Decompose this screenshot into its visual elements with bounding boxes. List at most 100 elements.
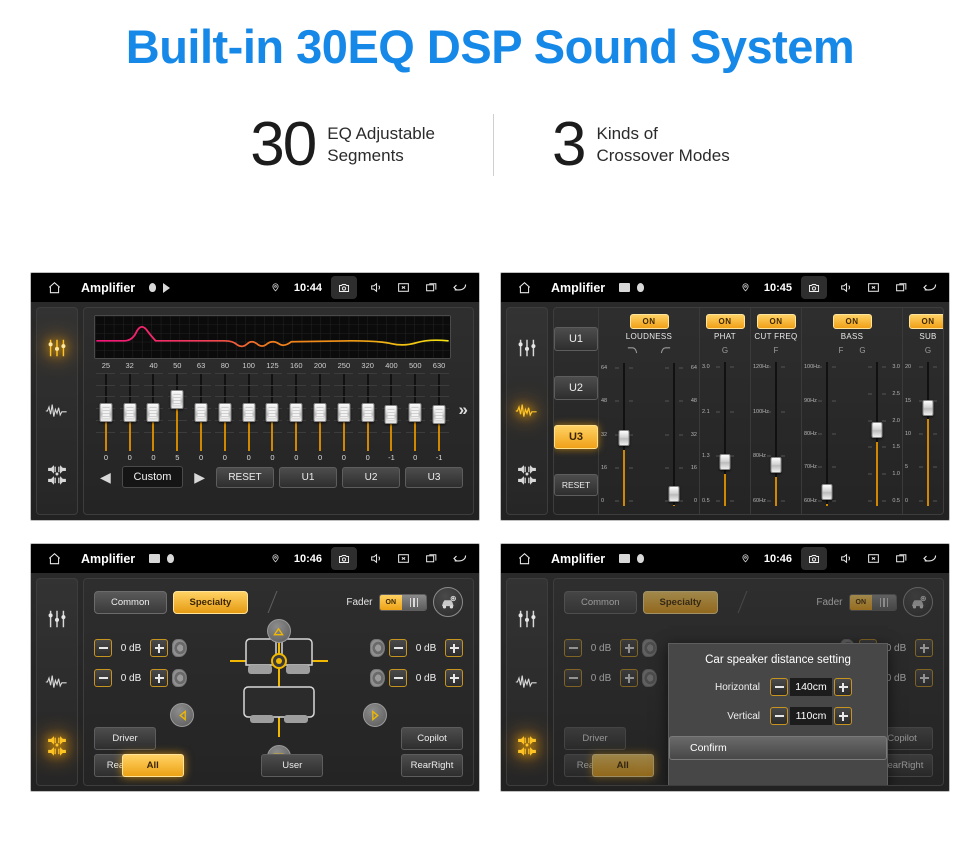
crossover-fader[interactable]: 3.0 2.5 2.0 1.5 1.0 0.5 [854,358,900,510]
equalizer-icon[interactable] [42,333,72,363]
balance-up-button[interactable] [266,619,291,643]
eq-slider-knob[interactable] [242,402,256,422]
equalizer-icon[interactable] [512,333,542,363]
fader-knob[interactable] [618,429,630,446]
home-icon[interactable] [511,552,537,566]
home-icon[interactable] [41,552,67,566]
balance-icon[interactable] [42,459,72,489]
preset-u3-button[interactable]: U3 [554,424,598,449]
tab-specialty[interactable]: Specialty [642,590,719,614]
fader-knob[interactable] [922,399,934,416]
preset-next-button[interactable]: ▶ [188,469,211,486]
power-toggle[interactable]: ON [705,314,745,329]
balance-icon[interactable] [42,730,72,760]
crossover-fader[interactable]: 3.0 2.1 1.3 0.5 [702,358,748,510]
back-icon[interactable] [920,549,939,568]
eq-slider-knob[interactable] [432,404,446,424]
preset-u1-button[interactable]: U1 [554,326,598,351]
plus-button[interactable] [620,639,638,657]
volume-icon[interactable] [836,278,855,297]
tab-common[interactable]: Common [564,590,637,614]
eq-slider[interactable] [213,371,237,453]
balance-icon[interactable] [512,459,542,489]
waveform-icon[interactable] [512,396,542,426]
minus-button[interactable] [94,669,112,687]
seat-user-button[interactable]: User [261,754,324,777]
preset-prev-button[interactable]: ◀ [94,469,117,486]
balance-left-button[interactable] [170,703,194,727]
preset-name[interactable]: Custom [121,466,184,488]
balance-icon[interactable] [512,730,542,760]
car-settings-icon[interactable] [903,587,933,617]
eq-slider[interactable] [380,371,404,453]
equalizer-icon[interactable] [512,604,542,634]
power-toggle[interactable]: ON [756,314,796,329]
minus-button[interactable] [389,639,407,657]
eq-slider[interactable] [189,371,213,453]
seat-all-button[interactable]: All [121,754,184,777]
eq-slider-knob[interactable] [289,402,303,422]
waveform-icon[interactable] [42,396,72,426]
recents-icon[interactable] [892,549,911,568]
eq-slider[interactable] [237,371,261,453]
minus-button[interactable] [94,639,112,657]
recents-icon[interactable] [892,278,911,297]
plus-button[interactable] [150,639,168,657]
waveform-icon[interactable] [512,667,542,697]
eq-slider[interactable] [403,371,427,453]
plus-button[interactable] [834,707,852,725]
eq-slider-knob[interactable] [337,402,351,422]
car-settings-icon[interactable] [433,587,463,617]
camera-icon[interactable] [801,276,827,299]
plus-button[interactable] [915,669,933,687]
power-toggle[interactable]: ON [832,314,872,329]
crossover-fader[interactable]: 100Hz 90Hz 80Hz 70Hz 60Hz [804,358,850,510]
fader-toggle[interactable]: ON [848,593,897,611]
eq-slider[interactable] [94,371,118,453]
close-icon[interactable] [864,549,883,568]
eq-slider-knob[interactable] [313,402,327,422]
back-icon[interactable] [920,278,939,297]
eq-slider-knob[interactable] [194,402,208,422]
seat-driver-button[interactable]: Driver [94,727,156,750]
crossover-fader[interactable]: 64 48 32 16 0 [651,359,697,510]
crossover-fader[interactable]: 64 48 32 16 0 [601,359,647,510]
eq-slider-knob[interactable] [170,390,184,410]
plus-button[interactable] [150,669,168,687]
eq-slider[interactable] [165,371,189,453]
fader-knob[interactable] [668,485,680,502]
back-icon[interactable] [450,278,469,297]
eq-slider[interactable] [308,371,332,453]
eq-slider[interactable] [427,371,451,453]
eq-slider-knob[interactable] [99,402,113,422]
seat-driver-button[interactable]: Driver [564,727,626,750]
seat-rearright-button[interactable]: RearRight [400,754,463,777]
eq-slider-knob[interactable] [361,402,375,422]
eq-slider[interactable] [261,371,285,453]
eq-slider[interactable] [118,371,142,453]
plus-button[interactable] [445,639,463,657]
confirm-button[interactable]: Confirm [669,736,887,760]
crossover-fader[interactable]: 120Hz 100Hz 80Hz 60Hz [753,358,799,510]
tab-common[interactable]: Common [94,590,167,614]
camera-icon[interactable] [801,547,827,570]
preset-u3-button[interactable]: U3 [405,466,463,488]
plus-button[interactable] [445,669,463,687]
crossover-fader[interactable]: 20 15 10 5 0 [905,358,943,510]
volume-icon[interactable] [366,549,385,568]
tab-specialty[interactable]: Specialty [172,590,249,614]
eq-slider-knob[interactable] [146,402,160,422]
volume-icon[interactable] [836,549,855,568]
preset-u2-button[interactable]: U2 [554,375,598,400]
preset-u2-button[interactable]: U2 [342,466,400,488]
eq-slider[interactable] [284,371,308,453]
power-toggle[interactable]: ON [908,314,943,329]
home-icon[interactable] [511,281,537,295]
seat-all-button[interactable]: All [591,754,654,777]
camera-icon[interactable] [331,276,357,299]
recents-icon[interactable] [422,278,441,297]
recents-icon[interactable] [422,549,441,568]
equalizer-icon[interactable] [42,604,72,634]
minus-button[interactable] [389,669,407,687]
eq-slider-knob[interactable] [218,402,232,422]
